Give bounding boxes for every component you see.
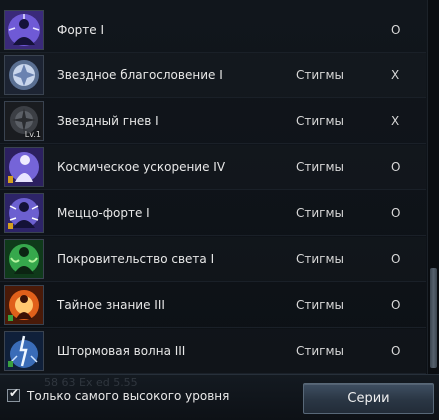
skill-row[interactable]: Меццо-форте I Стигмы O <box>0 191 426 236</box>
storm-wave-icon <box>4 331 44 371</box>
star-wrath-icon: Lv.1 <box>4 101 44 141</box>
skill-name: Тайное знание III <box>57 298 165 312</box>
skill-name: Звездное благословение I <box>57 68 223 82</box>
skill-list-panel: Форте I O Звездное благословение I Стигм… <box>0 0 439 420</box>
skill-name: Космическое ускорение IV <box>57 160 226 174</box>
skill-name: Покровительство света I <box>57 252 215 266</box>
light-patronage-icon <box>4 239 44 279</box>
skill-type: Стигмы <box>296 206 344 220</box>
cosmic-acceleration-icon <box>4 147 44 187</box>
highest-level-label[interactable]: Только самого высокого уровня <box>27 389 229 403</box>
highest-level-checkbox[interactable]: ✔ <box>7 386 20 402</box>
skill-row[interactable]: Форте I O <box>0 8 426 53</box>
skill-name: Меццо-форте I <box>57 206 150 220</box>
secret-knowledge-icon <box>4 285 44 325</box>
skill-row[interactable]: Lv.1 Звездный гнев I Стигмы X <box>0 99 426 144</box>
skill-status: O <box>391 298 401 312</box>
skill-row[interactable]: Штормовая волна III Стигмы O <box>0 329 426 374</box>
skill-status: X <box>391 68 400 82</box>
skill-list: Форте I O Звездное благословение I Стигм… <box>0 0 426 374</box>
skill-type: Стигмы <box>296 160 344 174</box>
skill-status: O <box>391 206 401 220</box>
faded-background-text: 58 63 Ex ed 5.55 <box>44 376 138 389</box>
skill-type: Стигмы <box>296 68 344 82</box>
skill-row[interactable]: Звездное благословение I Стигмы X <box>0 53 426 98</box>
skill-status: O <box>391 160 401 174</box>
star-blessing-icon <box>4 55 44 95</box>
skill-status: X <box>391 114 400 128</box>
forte-icon <box>4 10 44 50</box>
skill-row[interactable]: Тайное знание III Стигмы O <box>0 283 426 328</box>
level-badge: Lv.1 <box>24 130 41 139</box>
filter-bar: 58 63 Ex ed 5.55 ✔ Только самого высоког… <box>0 374 439 420</box>
scroll-thumb[interactable] <box>430 268 437 368</box>
skill-name: Звездный гнев I <box>57 114 159 128</box>
skill-type: Стигмы <box>296 114 344 128</box>
series-button[interactable]: Серии <box>303 383 434 414</box>
mezzo-forte-icon <box>4 193 44 233</box>
checkmark-icon: ✔ <box>9 386 20 400</box>
skill-status: O <box>391 252 401 266</box>
skill-status: O <box>391 344 401 358</box>
skill-row[interactable]: Космическое ускорение IV Стигмы O <box>0 145 426 190</box>
skill-type: Стигмы <box>296 298 344 312</box>
scrollbar[interactable] <box>427 0 439 374</box>
skill-name: Штормовая волна III <box>57 344 186 358</box>
skill-status: O <box>391 23 401 37</box>
skill-name: Форте I <box>57 23 105 37</box>
skill-type: Стигмы <box>296 252 344 266</box>
skill-row[interactable]: Покровительство света I Стигмы O <box>0 237 426 282</box>
skill-type: Стигмы <box>296 344 344 358</box>
